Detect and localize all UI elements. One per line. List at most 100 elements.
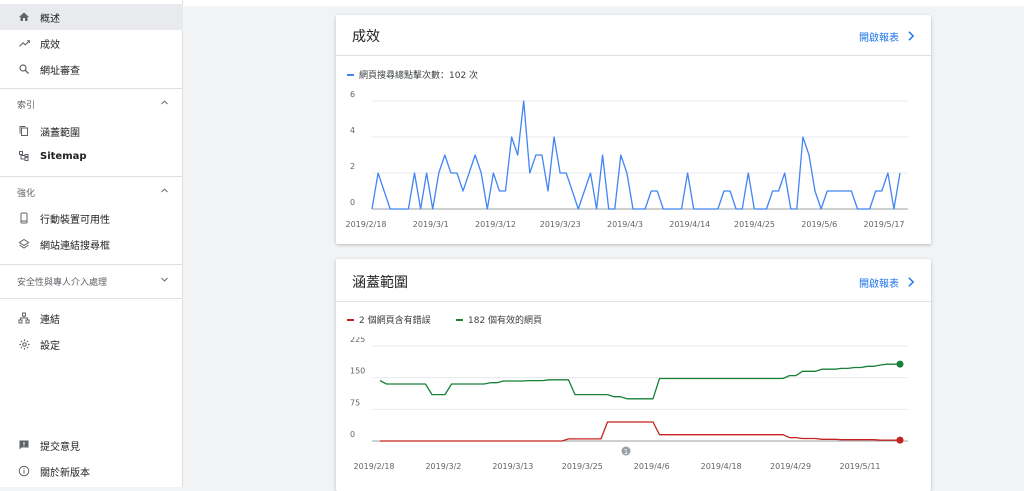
chevron-up-icon xyxy=(160,186,169,198)
nav-new-version-label: 關於新版本 xyxy=(40,467,90,479)
nav-feedback-label: 提交意見 xyxy=(40,441,80,453)
nav-coverage-label: 涵蓋範圍 xyxy=(40,127,80,139)
y-tick-label: 75 xyxy=(350,398,360,407)
nav-url-inspection-label: 網址審查 xyxy=(40,65,80,77)
section-enhance-label: 強化 xyxy=(17,188,36,199)
nav-sitemap-label: Sitemap xyxy=(40,150,87,162)
series-end-point xyxy=(896,436,904,444)
smartphone-icon xyxy=(17,211,31,225)
x-tick-label: 2019/5/11 xyxy=(839,462,880,471)
nav-performance-label: 成效 xyxy=(40,39,60,51)
y-tick-label: 0 xyxy=(350,198,355,207)
nav-links-label: 連結 xyxy=(40,314,60,326)
legend-swatch-green xyxy=(456,318,463,321)
performance-card: 成效 開啟報表 網頁搜尋總點擊次數：102 次 0 2 4 6 2019/2/18 201… xyxy=(336,15,931,244)
legend-swatch-red xyxy=(347,318,354,321)
nav-sitelinks-label: 網站連結搜尋框 xyxy=(40,240,110,252)
card-divider xyxy=(336,301,931,302)
section-index-header[interactable]: 索引 xyxy=(0,93,183,115)
top-strip xyxy=(183,0,1024,6)
sidebar-divider xyxy=(0,176,183,177)
home-icon xyxy=(17,10,31,24)
layers-icon xyxy=(17,237,31,251)
sidebar: 概述 成效 網址審查 索引 涵蓋範圍 Sitemap 強化 行動裝置可用性 網站… xyxy=(0,0,183,487)
x-tick-label: 2019/4/6 xyxy=(634,462,670,471)
network-icon xyxy=(17,311,31,325)
series-end-point xyxy=(896,360,904,368)
x-tick-label: 2019/3/23 xyxy=(540,220,581,229)
nav-mobile-usability[interactable]: 行動裝置可用性 xyxy=(0,205,183,231)
y-tick-label: 0 xyxy=(350,430,355,439)
nav-links[interactable]: 連結 xyxy=(0,305,183,331)
x-tick-label: 2019/4/29 xyxy=(770,462,811,471)
section-enhance-header[interactable]: 強化 xyxy=(0,181,183,203)
info-icon xyxy=(17,464,31,478)
coverage-open-report-label: 開啟報表 xyxy=(859,279,899,290)
nav-settings-label: 設定 xyxy=(40,340,60,352)
series-line xyxy=(380,421,900,442)
annotation-label: 1 xyxy=(624,448,628,456)
section-security-header[interactable]: 安全性與專人介入處理 xyxy=(0,270,183,292)
performance-open-report-link[interactable]: 開啟報表 xyxy=(859,29,915,44)
search-icon xyxy=(17,62,31,76)
section-index-label: 索引 xyxy=(17,100,36,111)
series-line xyxy=(371,100,901,210)
coverage-legend-valid: 182 個有效的網頁 xyxy=(456,313,542,326)
sitemap-icon xyxy=(17,149,31,163)
x-tick-label: 2019/4/14 xyxy=(669,220,710,229)
chevron-down-icon xyxy=(160,275,169,287)
x-tick-label: 2019/3/25 xyxy=(562,462,603,471)
nav-url-inspection[interactable]: 網址審查 xyxy=(0,56,183,82)
sidebar-divider xyxy=(0,264,183,265)
y-tick-label: 150 xyxy=(350,367,365,376)
coverage-legend-valid-label: 182 個有效的網頁 xyxy=(468,316,543,326)
nav-new-version[interactable]: 關於新版本 xyxy=(0,458,183,484)
x-tick-label: 2019/4/3 xyxy=(607,220,643,229)
card-divider xyxy=(336,55,931,56)
nav-overview-label: 概述 xyxy=(40,13,60,25)
nav-performance[interactable]: 成效 xyxy=(0,30,183,56)
performance-legend: 網頁搜尋總點擊次數：102 次 xyxy=(347,68,478,81)
performance-open-report-label: 開啟報表 xyxy=(859,33,899,44)
sidebar-divider xyxy=(0,88,183,89)
coverage-open-report-link[interactable]: 開啟報表 xyxy=(859,275,915,290)
y-tick-label: 225 xyxy=(350,337,365,344)
coverage-card: 涵蓋範圍 開啟報表 2 個網頁含有錯誤 182 個有效的網頁 0 75 150 225… xyxy=(336,259,931,491)
nav-settings[interactable]: 設定 xyxy=(0,331,183,357)
nav-coverage[interactable]: 涵蓋範圍 xyxy=(0,118,183,144)
x-tick-label: 2019/3/2 xyxy=(425,462,461,471)
nav-overview[interactable]: 概述 xyxy=(0,4,183,30)
coverage-card-title: 涵蓋範圍 xyxy=(352,275,408,291)
x-tick-label: 2019/4/25 xyxy=(734,220,775,229)
x-tick-label: 2019/2/18 xyxy=(353,462,394,471)
chevron-right-icon xyxy=(907,30,915,44)
y-tick-label: 2 xyxy=(350,162,355,171)
feedback-icon xyxy=(17,438,31,452)
sidebar-divider xyxy=(0,298,183,299)
y-tick-label: 6 xyxy=(350,90,355,99)
coverage-legend-errors-label: 2 個網頁含有錯誤 xyxy=(359,316,431,326)
x-tick-label: 2019/3/12 xyxy=(475,220,516,229)
nav-sitelinks[interactable]: 網站連結搜尋框 xyxy=(0,231,183,257)
legend-swatch-blue xyxy=(347,73,354,76)
x-tick-label: 2019/2/18 xyxy=(345,220,386,229)
section-security-label: 安全性與專人介入處理 xyxy=(17,277,108,288)
x-tick-label: 2019/4/18 xyxy=(701,462,742,471)
chevron-right-icon xyxy=(907,276,915,290)
performance-card-title: 成效 xyxy=(352,29,380,45)
x-tick-label: 2019/3/13 xyxy=(492,462,533,471)
series-line xyxy=(379,363,900,400)
x-tick-label: 2019/5/6 xyxy=(801,220,837,229)
gear-icon xyxy=(17,337,31,351)
trending-up-icon xyxy=(17,36,31,50)
copy-icon xyxy=(17,124,31,138)
performance-legend-label: 網頁搜尋總點擊次數：102 次 xyxy=(359,71,479,81)
nav-sitemap[interactable]: Sitemap xyxy=(0,143,183,169)
performance-chart: 0 2 4 6 2019/2/18 2019/3/1 2019/3/12 2019/3/23 2… xyxy=(345,90,908,229)
chevron-up-icon xyxy=(160,98,169,110)
x-tick-label: 2019/5/17 xyxy=(863,220,904,229)
nav-feedback[interactable]: 提交意見 xyxy=(0,432,183,458)
y-tick-label: 4 xyxy=(350,126,355,135)
nav-mobile-usability-label: 行動裝置可用性 xyxy=(40,214,110,226)
x-tick-label: 2019/3/1 xyxy=(413,220,449,229)
